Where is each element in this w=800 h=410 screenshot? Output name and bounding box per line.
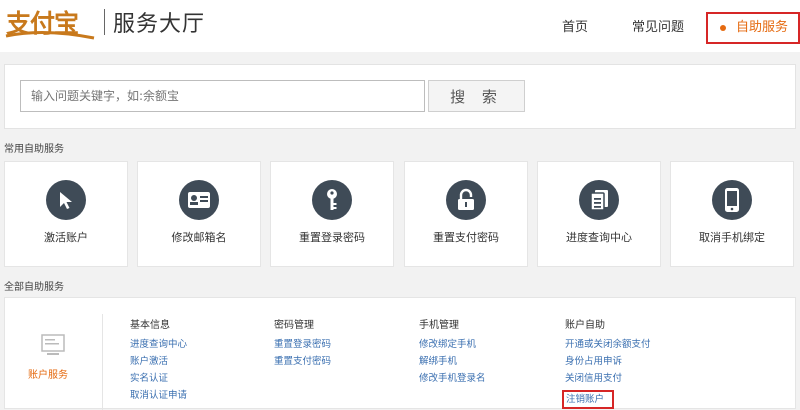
common-service-label: 进度查询中心 — [566, 231, 632, 244]
logo-swoosh-icon — [5, 30, 95, 40]
column-title: 手机管理 — [419, 320, 459, 331]
common-service-activate-account[interactable]: 激活账户 — [4, 161, 128, 267]
logo[interactable]: 支付宝 服务大厅 — [4, 2, 205, 42]
nav-faq[interactable]: 常见问题 — [610, 12, 706, 44]
nav-home[interactable]: 首页 — [540, 12, 610, 44]
alipay-logo: 支付宝 — [4, 2, 96, 42]
service-link[interactable]: 重置支付密码 — [274, 353, 331, 370]
service-link[interactable]: 解绑手机 — [419, 353, 486, 370]
lock-icon — [446, 180, 486, 220]
documents-icon — [579, 180, 619, 220]
common-service-label: 重置支付密码 — [433, 231, 499, 244]
header: 支付宝 服务大厅 首页 常见问题 自助服务 — [0, 0, 800, 52]
service-column-account: 账户自助 开通或关闭余额支付 身份占用申诉 关闭信用支付 注销账户 — [562, 316, 651, 409]
service-link[interactable]: 身份占用申诉 — [565, 353, 651, 370]
common-services: 激活账户 修改邮箱名 重置登录密码 重置支付密码 进度查询中心 取消手机绑定 — [4, 161, 796, 267]
search-panel: 搜 索 — [4, 64, 796, 129]
account-service-icon — [41, 334, 65, 355]
service-column-password: 密码管理 重置登录密码 重置支付密码 — [274, 316, 331, 370]
logo-divider — [104, 9, 105, 35]
service-column-phone: 手机管理 修改绑定手机 解绑手机 修改手机登录名 — [419, 316, 486, 387]
key-icon — [312, 180, 352, 220]
common-service-reset-pay-password[interactable]: 重置支付密码 — [404, 161, 528, 267]
common-service-label: 激活账户 — [44, 231, 88, 244]
service-link[interactable]: 开通或关闭余额支付 — [565, 336, 651, 353]
active-dot-icon — [719, 25, 726, 31]
common-service-reset-login-password[interactable]: 重置登录密码 — [270, 161, 394, 267]
common-service-label: 取消手机绑定 — [699, 231, 765, 244]
common-service-label: 重置登录密码 — [299, 231, 365, 244]
service-link[interactable]: 修改绑定手机 — [419, 336, 486, 353]
service-link[interactable]: 重置登录密码 — [274, 336, 331, 353]
top-nav: 首页 常见问题 自助服务 — [540, 12, 800, 44]
service-link[interactable]: 修改手机登录名 — [419, 370, 486, 387]
common-service-unbind-phone[interactable]: 取消手机绑定 — [670, 161, 794, 267]
common-services-title: 常用自助服务 — [4, 144, 64, 155]
account-service-label: 账户服务 — [28, 370, 68, 381]
mobile-phone-icon — [712, 180, 752, 220]
id-card-icon — [179, 180, 219, 220]
service-link[interactable]: 关闭信用支付 — [565, 370, 651, 387]
cursor-click-icon — [46, 180, 86, 220]
all-services-panel: 账户服务 基本信息 进度查询中心 账户激活 实名认证 取消认证申请 密码管理 重… — [4, 297, 796, 410]
service-link[interactable]: 取消认证申请 — [130, 387, 187, 404]
divider — [102, 314, 103, 410]
service-link[interactable]: 实名认证 — [130, 370, 187, 387]
column-title: 基本信息 — [130, 320, 170, 331]
service-column-basic-info: 基本信息 进度查询中心 账户激活 实名认证 取消认证申请 — [130, 316, 187, 404]
column-title: 密码管理 — [274, 320, 314, 331]
common-service-label: 修改邮箱名 — [171, 231, 227, 244]
common-service-change-email[interactable]: 修改邮箱名 — [137, 161, 261, 267]
service-link[interactable]: 账户激活 — [130, 353, 187, 370]
nav-self-service-label: 自助服务 — [735, 20, 788, 35]
column-title: 账户自助 — [565, 320, 605, 331]
all-services-title: 全部自助服务 — [4, 282, 64, 293]
search-input[interactable] — [20, 80, 425, 112]
cancel-account-link[interactable]: 注销账户 — [562, 390, 615, 409]
page-title: 服务大厅 — [113, 12, 206, 37]
common-service-progress-center[interactable]: 进度查询中心 — [537, 161, 661, 267]
search-button[interactable]: 搜 索 — [428, 80, 525, 112]
service-link[interactable]: 进度查询中心 — [130, 336, 187, 353]
nav-self-service[interactable]: 自助服务 — [705, 12, 800, 44]
